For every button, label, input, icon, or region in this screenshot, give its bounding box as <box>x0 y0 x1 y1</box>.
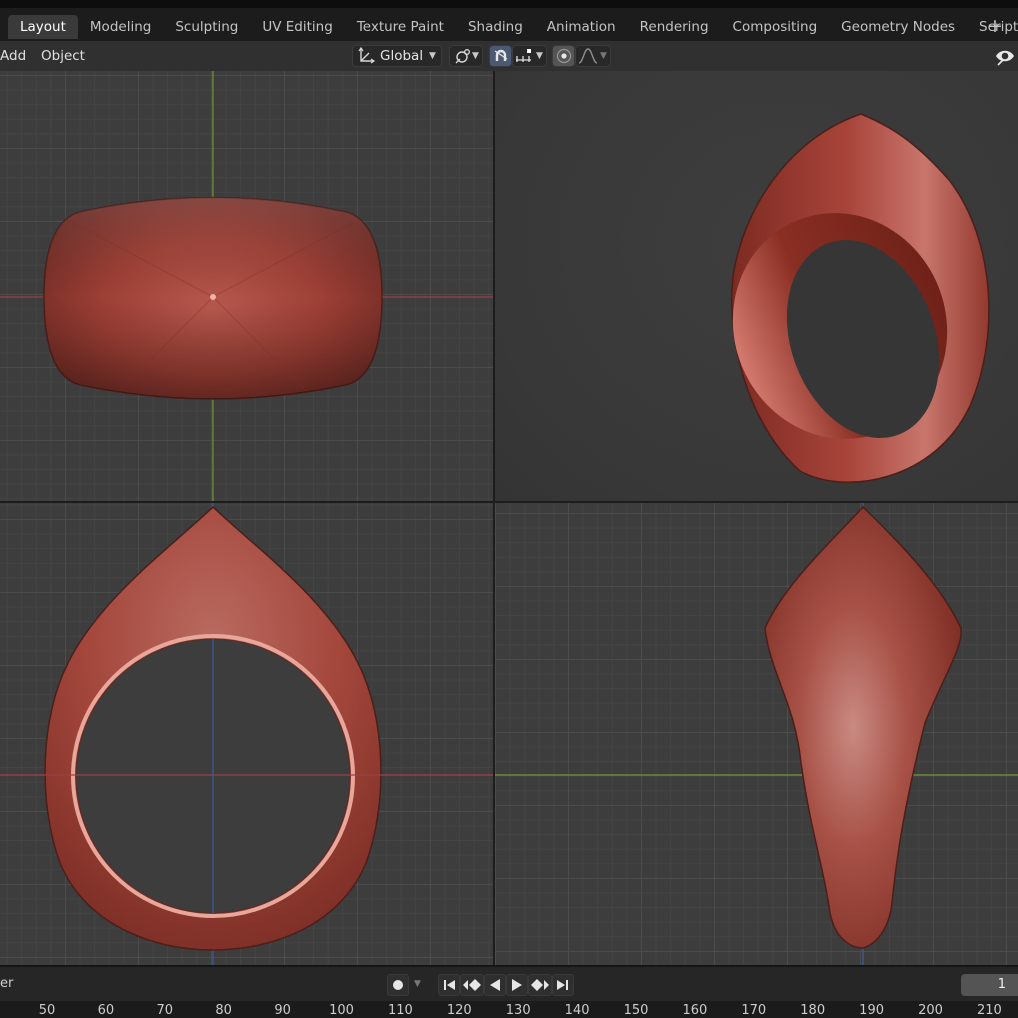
perspective-view-scene <box>699 113 990 483</box>
eye-visibility-icon[interactable] <box>994 45 1016 67</box>
tab-layout[interactable]: Layout <box>8 15 78 39</box>
transform-orientation-dropdown[interactable]: Global ▼ <box>352 45 442 67</box>
frame-tick-label: 170 <box>741 1003 767 1018</box>
frame-tick-label: 130 <box>505 1003 531 1018</box>
orientation-label: Global <box>380 48 424 64</box>
add-menu[interactable]: Add <box>0 47 26 65</box>
falloff-curve-icon <box>578 48 598 64</box>
object-menu[interactable]: Object <box>41 47 85 65</box>
frame-tick-label: 160 <box>682 1003 708 1018</box>
chevron-down-icon: ▼ <box>536 51 543 61</box>
play-icon <box>512 979 522 991</box>
tab-texture-paint[interactable]: Texture Paint <box>345 15 456 39</box>
proportional-editing-toggle[interactable] <box>552 45 575 67</box>
timeline-menu-label[interactable]: er <box>0 976 13 991</box>
ring-mesh-side[interactable] <box>764 505 962 949</box>
viewport-top-right[interactable] <box>495 71 1018 501</box>
frame-tick-label: 140 <box>564 1003 590 1018</box>
prev-keyframe-icon <box>463 979 481 991</box>
tab-shading[interactable]: Shading <box>456 15 535 39</box>
play-reverse-button[interactable] <box>484 974 506 996</box>
workspace-tab-bar: Layout Modeling Sculpting UV Editing Texture… <box>0 0 1018 41</box>
timeline-panel: er ▼ 1 50 60 70 80 90 100 110 120 130 14… <box>0 965 1018 1018</box>
tab-geometry-nodes[interactable]: Geometry Nodes <box>829 15 967 39</box>
next-keyframe-icon <box>531 979 549 991</box>
pivot-point-icon <box>455 49 470 64</box>
proportional-editing-icon <box>556 48 572 64</box>
tab-uv-editing[interactable]: UV Editing <box>250 15 344 39</box>
frame-tick-label: 50 <box>38 1003 56 1018</box>
pivot-point-dropdown[interactable]: ▼ <box>449 45 483 67</box>
viewport-header: Add Object Global ▼ ▼ ▼ ▼ <box>0 41 1018 71</box>
tab-rendering[interactable]: Rendering <box>628 15 721 39</box>
transform-orientation-icon <box>358 46 376 64</box>
frame-tick-label: 100 <box>329 1003 354 1018</box>
chevron-down-icon: ▼ <box>429 51 436 61</box>
frame-tick-label: 200 <box>918 1003 943 1018</box>
snap-target-dropdown[interactable]: ▼ <box>512 45 547 67</box>
snap-toggle[interactable] <box>489 45 512 67</box>
front-view-scene <box>0 71 493 501</box>
chevron-down-icon: ▼ <box>472 51 479 61</box>
frame-tick-label: 150 <box>623 1003 649 1018</box>
jump-to-start-button[interactable] <box>438 974 460 996</box>
record-icon <box>393 980 403 990</box>
play-button[interactable] <box>506 974 528 996</box>
current-frame-field[interactable]: 1 <box>961 974 1018 996</box>
viewport-bottom-right[interactable] <box>495 503 1018 965</box>
frame-tick-label: 110 <box>387 1003 413 1018</box>
jump-to-prev-keyframe-button[interactable] <box>460 974 484 996</box>
jump-to-end-button[interactable] <box>552 974 574 996</box>
jump-to-next-keyframe-button[interactable] <box>528 974 552 996</box>
frame-ruler[interactable]: 50 60 70 80 90 100 110 120 130 140 150 160 170 180 190… <box>0 1001 1018 1018</box>
frame-tick-label: 80 <box>215 1003 232 1018</box>
frame-tick-label: 190 <box>859 1003 885 1018</box>
frame-tick-label: 60 <box>97 1003 115 1018</box>
jump-end-icon <box>557 980 568 990</box>
blender-window: Layout Modeling Sculpting UV Editing Texture… <box>0 0 1018 1018</box>
ring-mesh-perspective[interactable] <box>699 113 990 483</box>
frame-tick-label: 180 <box>800 1003 826 1018</box>
auto-keying-toggle[interactable] <box>387 974 409 996</box>
chevron-down-icon[interactable]: ▼ <box>414 979 421 989</box>
workspace-tabs: Layout Modeling Sculpting UV Editing Texture… <box>8 15 1018 39</box>
frame-tick-label: 210 <box>976 1003 1002 1018</box>
tab-sculpting[interactable]: Sculpting <box>163 15 250 39</box>
tab-animation[interactable]: Animation <box>535 15 628 39</box>
snap-increment-icon <box>516 49 531 62</box>
frame-tick-label: 70 <box>156 1003 174 1018</box>
top-view-scene <box>0 503 493 965</box>
jump-start-icon <box>444 980 455 990</box>
chevron-down-icon: ▼ <box>600 51 607 61</box>
tab-compositing[interactable]: Compositing <box>721 15 830 39</box>
viewport-top-left[interactable] <box>0 71 493 501</box>
tab-modeling[interactable]: Modeling <box>78 15 163 39</box>
frame-tick-label: 120 <box>446 1003 472 1018</box>
viewport-bottom-left[interactable] <box>0 503 493 965</box>
add-workspace-button[interactable]: + <box>984 14 1006 38</box>
snap-magnet-icon <box>494 49 508 61</box>
falloff-dropdown[interactable]: ▼ <box>575 45 611 67</box>
play-reverse-icon <box>490 979 500 991</box>
ring-mesh-front[interactable] <box>43 196 383 400</box>
frame-tick-label: 90 <box>274 1003 291 1018</box>
playback-controls-bar: er ▼ 1 <box>0 967 1018 1001</box>
side-view-scene <box>495 503 1018 965</box>
